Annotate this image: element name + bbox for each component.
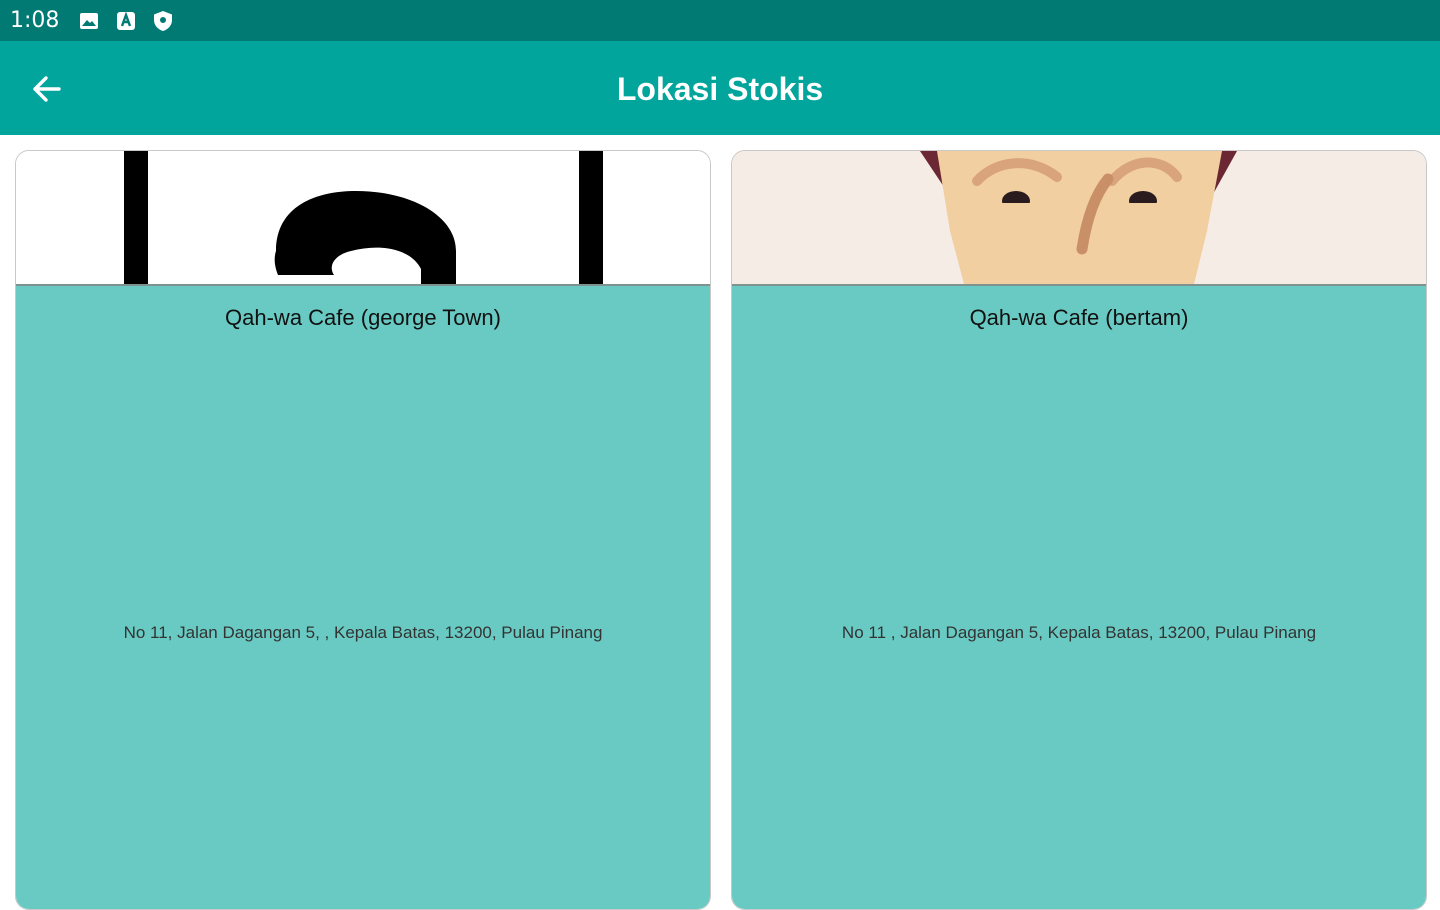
stockist-card[interactable]: Qah-wa Cafe (bertam) No 11 , Jalan Dagan… <box>731 150 1427 910</box>
stockist-card[interactable]: Qah-wa Cafe (george Town) No 11, Jalan D… <box>15 150 711 910</box>
app-bar: Lokasi Stokis <box>0 41 1440 135</box>
image-icon <box>78 10 100 32</box>
stockist-name: Qah-wa Cafe (george Town) <box>225 305 501 330</box>
stockist-image <box>16 151 710 284</box>
a-icon <box>115 10 137 32</box>
status-bar: 1:08 <box>0 0 1440 41</box>
stockist-details: Qah-wa Cafe (george Town) No 11, Jalan D… <box>16 284 710 909</box>
stockist-address: No 11 , Jalan Dagangan 5, Kepala Batas, … <box>841 623 1317 642</box>
stockist-image <box>732 151 1426 284</box>
status-time: 1:08 <box>10 8 60 33</box>
shield-icon <box>152 10 174 32</box>
stockist-details: Qah-wa Cafe (bertam) No 11 , Jalan Dagan… <box>732 284 1426 909</box>
stockist-name: Qah-wa Cafe (bertam) <box>969 305 1189 330</box>
stockist-address: No 11, Jalan Dagangan 5, , Kepala Batas,… <box>123 623 603 642</box>
page-title: Lokasi Stokis <box>616 71 824 107</box>
